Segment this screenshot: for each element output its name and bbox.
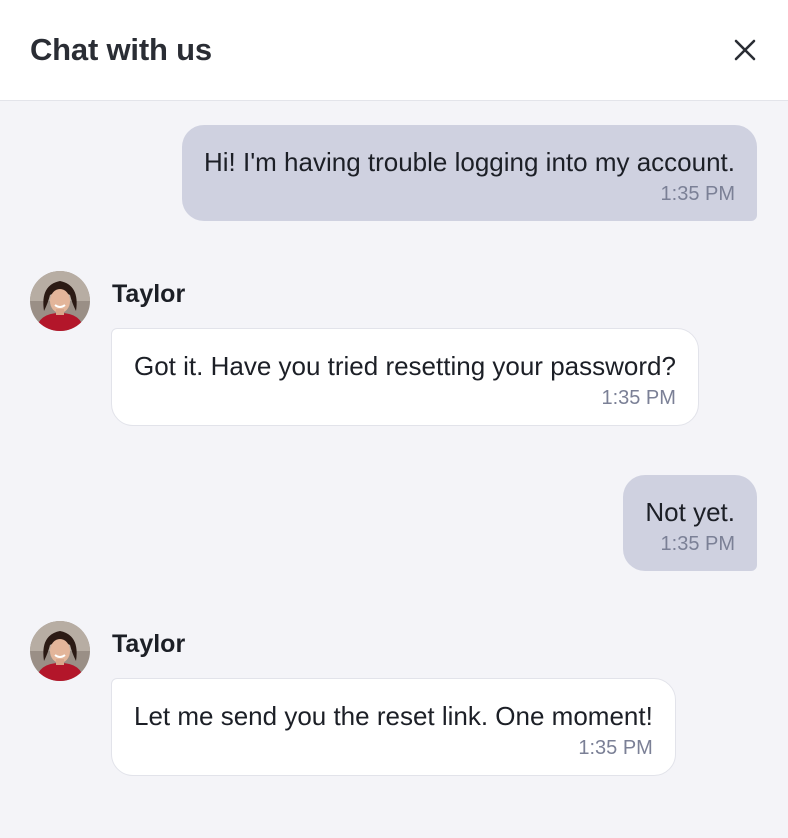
chat-header: Chat with us xyxy=(0,0,788,101)
message-time: 1:35 PM xyxy=(660,533,735,555)
sender-row: Taylor xyxy=(30,621,185,681)
incoming-message: Got it. Have you tried resetting your pa… xyxy=(111,328,699,426)
sender-name: Taylor xyxy=(112,629,186,658)
message-text: Hi! I'm having trouble logging into my a… xyxy=(203,147,735,177)
sender-row: Taylor xyxy=(30,271,185,331)
message-time: 1:35 PM xyxy=(660,183,735,205)
sender-name: Taylor xyxy=(112,279,186,308)
message-time: 1:35 PM xyxy=(601,387,676,409)
avatar xyxy=(30,621,90,681)
chat-title: Chat with us xyxy=(30,32,212,67)
message-list: Hi! I'm having trouble logging into my a… xyxy=(0,101,788,838)
message-text: Not yet. xyxy=(645,497,735,527)
agent-avatar-image xyxy=(30,271,90,331)
agent-avatar-image xyxy=(30,621,90,681)
incoming-message: Let me send you the reset link. One mome… xyxy=(111,678,676,776)
close-icon xyxy=(734,39,756,61)
avatar xyxy=(30,271,90,331)
outgoing-message: Not yet. 1:35 PM xyxy=(623,475,757,571)
message-text: Let me send you the reset link. One mome… xyxy=(134,701,653,731)
message-text: Got it. Have you tried resetting your pa… xyxy=(134,351,676,381)
message-time: 1:35 PM xyxy=(578,737,653,759)
outgoing-message: Hi! I'm having trouble logging into my a… xyxy=(181,125,757,221)
close-button[interactable] xyxy=(728,33,762,67)
chat-widget: Chat with us Hi! I'm having trouble logg… xyxy=(0,0,788,838)
